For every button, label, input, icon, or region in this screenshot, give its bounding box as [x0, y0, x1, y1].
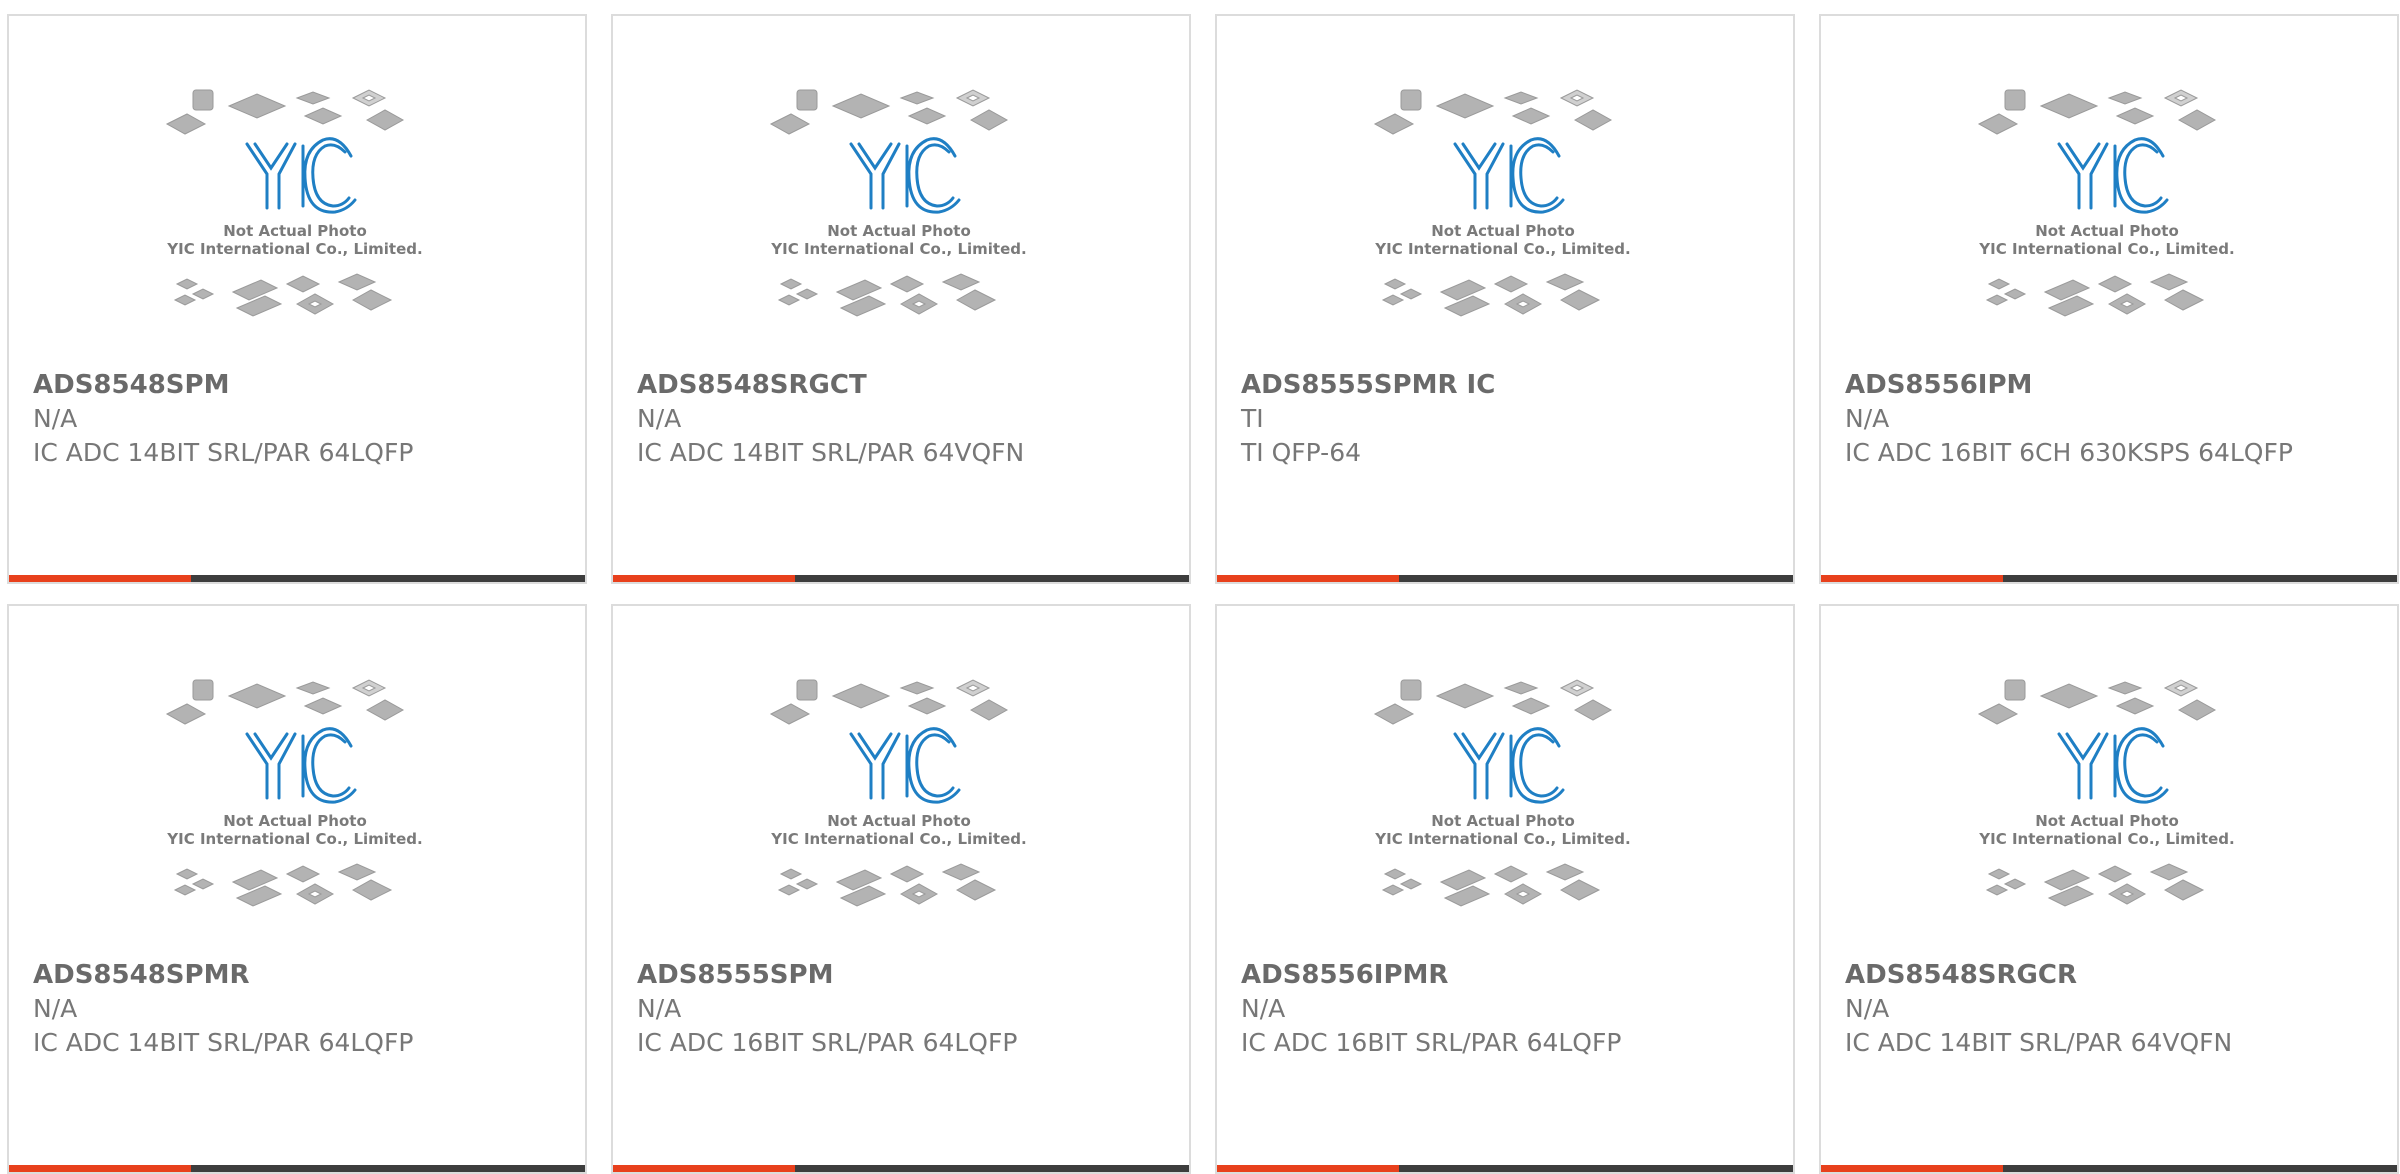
- product-image-placeholder[interactable]: Not Actual Photo YIC International Co., …: [1821, 86, 2397, 366]
- product-card[interactable]: Not Actual Photo YIC International Co., …: [611, 604, 1191, 1174]
- company-text: YIC International Co., Limited.: [166, 830, 422, 848]
- not-actual-photo-text: Not Actual Photo: [2035, 222, 2179, 240]
- product-description: IC ADC 14BIT SRL/PAR 64VQFN: [1845, 1028, 2233, 1057]
- part-number[interactable]: ADS8548SPM: [33, 368, 561, 402]
- card-bottom-bar: [613, 575, 1189, 582]
- product-description: IC ADC 16BIT SRL/PAR 64LQFP: [1241, 1028, 1622, 1057]
- product-info: ADS8548SRGCR N/A IC ADC 14BIT SRL/PAR 64VQ…: [1845, 958, 2373, 1060]
- product-info: ADS8556IPM N/A IC ADC 16BIT 6CH 630KSPS 64…: [1845, 368, 2373, 470]
- product-info: ADS8548SPMR N/A IC ADC 14BIT SRL/PAR 64LQF…: [33, 958, 561, 1060]
- company-text: YIC International Co., Limited.: [770, 830, 1026, 848]
- company-text: YIC International Co., Limited.: [1374, 240, 1630, 258]
- card-accent-strip: [613, 1165, 795, 1172]
- yic-logo: [2057, 727, 2169, 804]
- card-accent-strip: [613, 575, 795, 582]
- part-number[interactable]: ADS8555SPM: [637, 958, 1165, 992]
- product-image-placeholder[interactable]: Not Actual Photo YIC International Co., …: [9, 676, 585, 956]
- part-number[interactable]: ADS8556IPMR: [1241, 958, 1769, 992]
- part-number[interactable]: ADS8555SPMR IC: [1241, 368, 1769, 402]
- part-number[interactable]: ADS8548SPMR: [33, 958, 561, 992]
- card-accent-strip: [1217, 575, 1399, 582]
- card-bottom-bar: [9, 575, 585, 582]
- yic-logo: [245, 137, 357, 214]
- company-text: YIC International Co., Limited.: [1374, 830, 1630, 848]
- card-bottom-bar: [1217, 575, 1793, 582]
- yic-logo: [1453, 727, 1565, 804]
- part-number[interactable]: ADS8548SRGCR: [1845, 958, 2373, 992]
- manufacturer: N/A: [1845, 994, 1890, 1023]
- product-description: IC ADC 14BIT SRL/PAR 64VQFN: [637, 438, 1025, 467]
- company-text: YIC International Co., Limited.: [166, 240, 422, 258]
- product-info: ADS8548SRGCT N/A IC ADC 14BIT SRL/PAR 64VQ…: [637, 368, 1165, 470]
- product-description: IC ADC 14BIT SRL/PAR 64LQFP: [33, 1028, 414, 1057]
- product-grid: Not Actual Photo YIC International Co., …: [7, 14, 2399, 1174]
- yic-logo: [2057, 137, 2169, 214]
- product-description: TI QFP-64: [1241, 438, 1362, 467]
- product-description: IC ADC 16BIT 6CH 630KSPS 64LQFP: [1845, 438, 2293, 467]
- manufacturer: N/A: [33, 994, 78, 1023]
- product-info: ADS8555SPMR IC TI TI QFP-64: [1241, 368, 1769, 470]
- company-text: YIC International Co., Limited.: [1978, 830, 2234, 848]
- part-number[interactable]: ADS8556IPM: [1845, 368, 2373, 402]
- not-actual-photo-text: Not Actual Photo: [223, 222, 367, 240]
- yic-logo: [245, 727, 357, 804]
- product-info: ADS8556IPMR N/A IC ADC 16BIT SRL/PAR 64LQF…: [1241, 958, 1769, 1060]
- company-text: YIC International Co., Limited.: [770, 240, 1026, 258]
- card-accent-strip: [1821, 575, 2003, 582]
- product-card[interactable]: Not Actual Photo YIC International Co., …: [7, 14, 587, 584]
- manufacturer: N/A: [1845, 404, 1890, 433]
- manufacturer: N/A: [33, 404, 78, 433]
- yic-logo: [849, 137, 961, 214]
- yic-logo: [1453, 137, 1565, 214]
- not-actual-photo-text: Not Actual Photo: [223, 812, 367, 830]
- product-card[interactable]: Not Actual Photo YIC International Co., …: [1819, 14, 2399, 584]
- yic-logo: [849, 727, 961, 804]
- product-info: ADS8555SPM N/A IC ADC 16BIT SRL/PAR 64LQFP: [637, 958, 1165, 1060]
- not-actual-photo-text: Not Actual Photo: [827, 222, 971, 240]
- product-card[interactable]: Not Actual Photo YIC International Co., …: [1819, 604, 2399, 1174]
- product-description: IC ADC 16BIT SRL/PAR 64LQFP: [637, 1028, 1018, 1057]
- product-image-placeholder[interactable]: Not Actual Photo YIC International Co., …: [613, 676, 1189, 956]
- not-actual-photo-text: Not Actual Photo: [827, 812, 971, 830]
- part-number[interactable]: ADS8548SRGCT: [637, 368, 1165, 402]
- product-image-placeholder[interactable]: Not Actual Photo YIC International Co., …: [613, 86, 1189, 366]
- not-actual-photo-text: Not Actual Photo: [1431, 222, 1575, 240]
- product-card[interactable]: Not Actual Photo YIC International Co., …: [611, 14, 1191, 584]
- card-bottom-bar: [1821, 575, 2397, 582]
- product-card[interactable]: Not Actual Photo YIC International Co., …: [1215, 604, 1795, 1174]
- manufacturer: N/A: [637, 994, 682, 1023]
- not-actual-photo-text: Not Actual Photo: [2035, 812, 2179, 830]
- manufacturer: N/A: [1241, 994, 1286, 1023]
- card-accent-strip: [9, 1165, 191, 1172]
- card-bottom-bar: [613, 1165, 1189, 1172]
- card-bottom-bar: [1821, 1165, 2397, 1172]
- product-description: IC ADC 14BIT SRL/PAR 64LQFP: [33, 438, 414, 467]
- product-image-placeholder[interactable]: Not Actual Photo YIC International Co., …: [1217, 676, 1793, 956]
- product-info: ADS8548SPM N/A IC ADC 14BIT SRL/PAR 64LQFP: [33, 368, 561, 470]
- manufacturer: N/A: [637, 404, 682, 433]
- product-image-placeholder[interactable]: Not Actual Photo YIC International Co., …: [1217, 86, 1793, 366]
- manufacturer: TI: [1241, 404, 1264, 433]
- card-accent-strip: [1217, 1165, 1399, 1172]
- company-text: YIC International Co., Limited.: [1978, 240, 2234, 258]
- card-bottom-bar: [9, 1165, 585, 1172]
- product-card[interactable]: Not Actual Photo YIC International Co., …: [7, 604, 587, 1174]
- not-actual-photo-text: Not Actual Photo: [1431, 812, 1575, 830]
- card-accent-strip: [1821, 1165, 2003, 1172]
- product-image-placeholder[interactable]: Not Actual Photo YIC International Co., …: [1821, 676, 2397, 956]
- product-image-placeholder[interactable]: Not Actual Photo YIC International Co., …: [9, 86, 585, 366]
- card-accent-strip: [9, 575, 191, 582]
- product-card[interactable]: Not Actual Photo YIC International Co., …: [1215, 14, 1795, 584]
- card-bottom-bar: [1217, 1165, 1793, 1172]
